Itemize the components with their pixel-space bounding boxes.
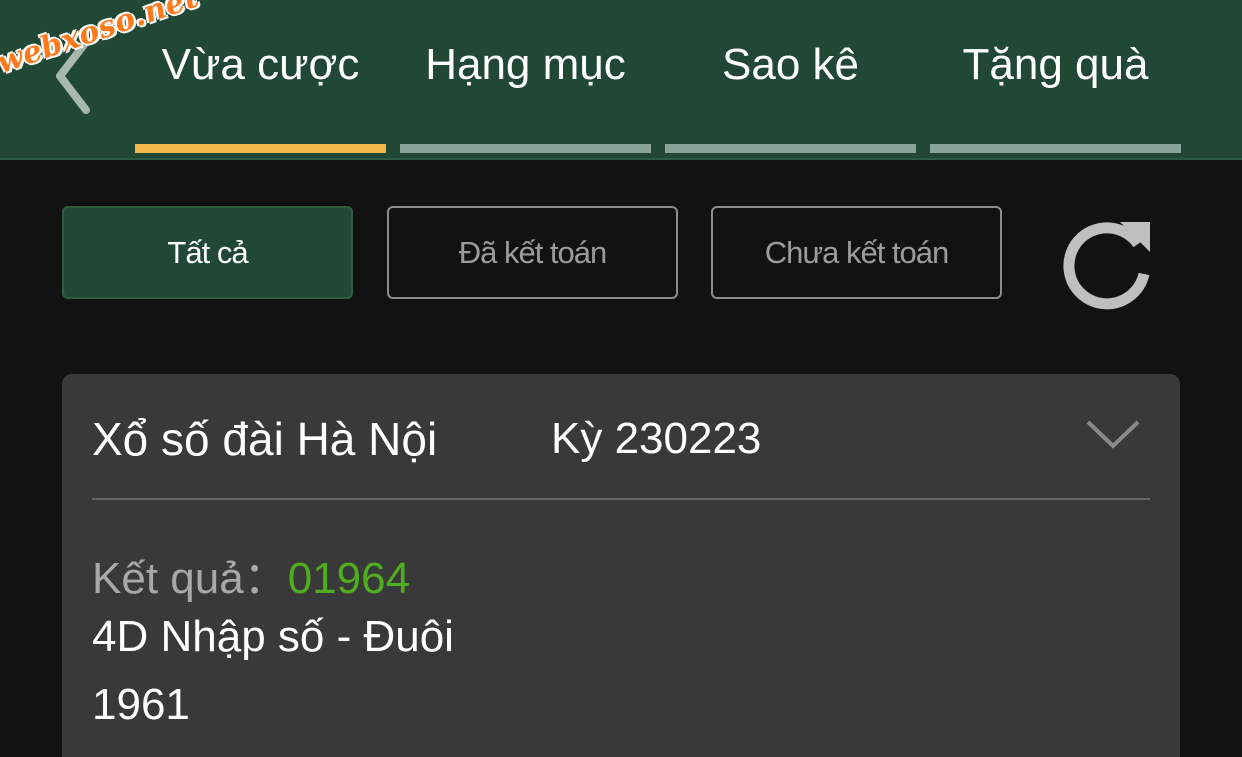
top-navigation: Vừa cược Hạng mục Sao kê Tặng quà webxos…	[0, 0, 1242, 160]
draw-period: Kỳ 230223	[551, 414, 762, 463]
result-row: Kết quả：01964	[92, 542, 410, 606]
bet-type: 4D Nhập số - Đuôi	[92, 612, 454, 661]
tab-indicator	[665, 144, 916, 153]
tab-indicator-active	[135, 144, 386, 153]
lottery-name: Xổ số đài Hà Nội	[92, 413, 438, 465]
tab-indicator	[400, 144, 651, 153]
chevron-down-icon[interactable]	[1084, 414, 1142, 454]
tab-tang-qua[interactable]: Tặng quà	[930, 40, 1181, 100]
tab-vua-cuoc[interactable]: Vừa cược	[135, 40, 386, 100]
tab-sao-ke[interactable]: Sao kê	[665, 40, 916, 100]
result-value: 01964	[287, 554, 411, 603]
refresh-icon[interactable]	[1056, 214, 1156, 310]
filter-settled-button[interactable]: Đã kết toán	[387, 206, 678, 299]
bet-number: 1961	[92, 680, 190, 729]
tab-indicator	[930, 144, 1181, 153]
bet-record-card: Xổ số đài Hà Nội Kỳ 230223 Kết quả：01964…	[62, 374, 1180, 757]
filter-unsettled-button[interactable]: Chưa kết toán	[711, 206, 1002, 299]
tab-hang-muc[interactable]: Hạng mục	[400, 40, 651, 100]
filter-all-button[interactable]: Tất cả	[62, 206, 353, 299]
divider	[92, 498, 1150, 500]
result-label: Kết quả：	[92, 554, 288, 603]
